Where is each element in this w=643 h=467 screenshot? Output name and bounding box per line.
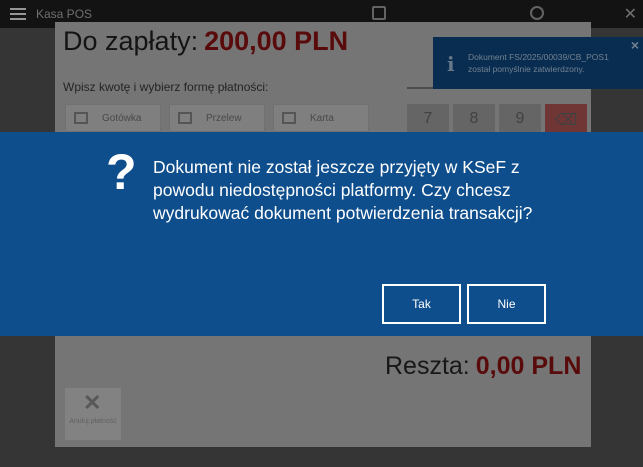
question-icon: ?: [106, 144, 137, 200]
no-button[interactable]: Nie: [467, 284, 546, 324]
dialog-message: Dokument nie został jeszcze przyjęty w K…: [153, 157, 533, 223]
yes-button[interactable]: Tak: [382, 284, 461, 324]
confirmation-dialog: ? Dokument nie został jeszcze przyjęty w…: [0, 132, 643, 336]
